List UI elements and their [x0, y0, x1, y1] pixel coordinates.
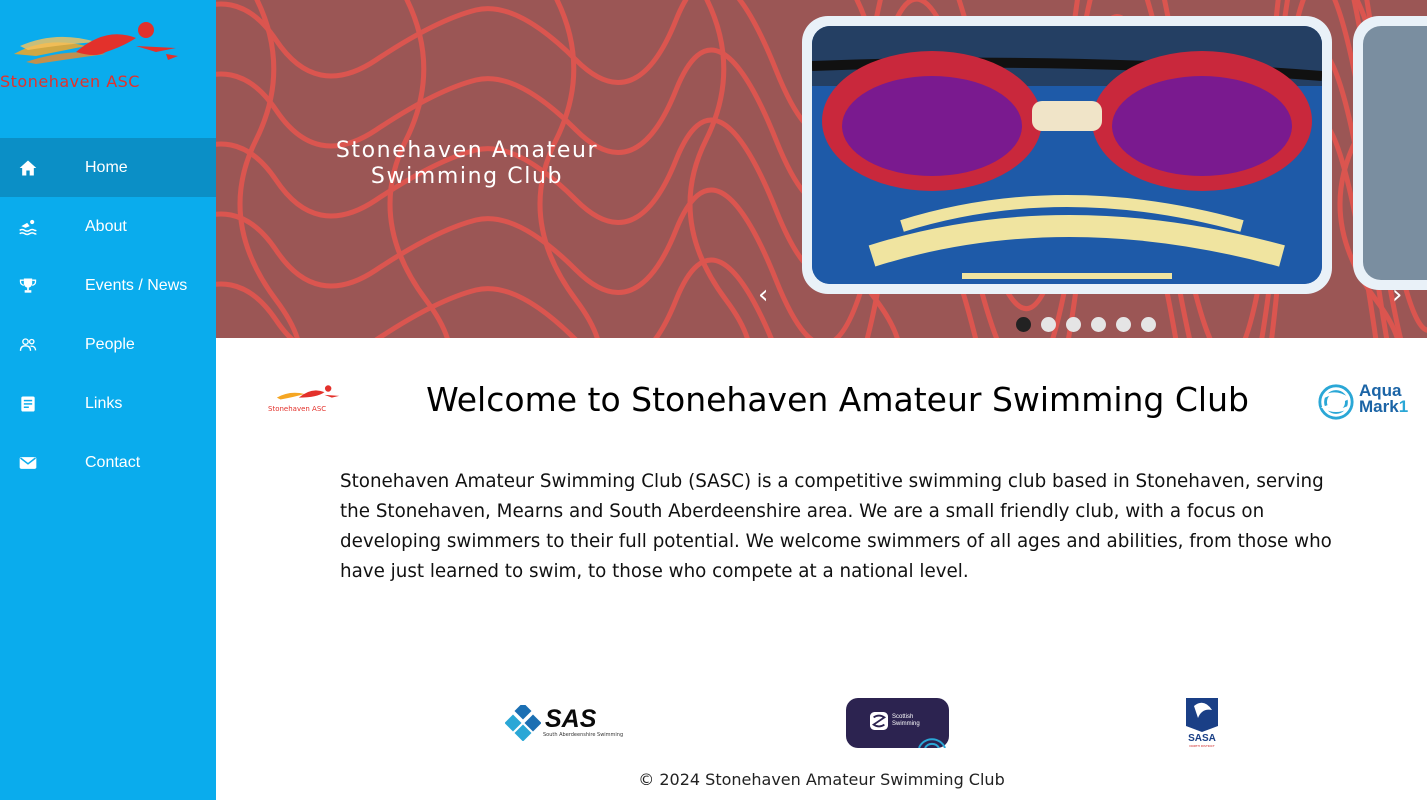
document-icon	[0, 394, 56, 414]
sidebar-item-label: About	[85, 217, 127, 235]
aquamark-line2: Mark	[1359, 397, 1399, 416]
sasa-text: SASA	[1188, 733, 1216, 744]
carousel-dot[interactable]	[1041, 317, 1056, 332]
carousel-prev-arrow[interactable]: ‹	[758, 282, 768, 308]
sidebar-item-label: Contact	[85, 453, 141, 471]
carousel-next-arrow[interactable]: ›	[1392, 282, 1402, 308]
hero-title: Stonehaven Amateur Swimming Club	[302, 138, 632, 190]
goggles-photo	[812, 26, 1322, 284]
trophy-icon	[0, 276, 56, 296]
hero-title-line1: Stonehaven Amateur	[335, 138, 599, 163]
intro-paragraph: Stonehaven Amateur Swimming Club (SASC) …	[340, 471, 1332, 582]
brand-text: Stonehaven ASC	[0, 72, 140, 91]
sidebar-item-events-news[interactable]: Events / News	[0, 256, 216, 315]
aquamark-text: Aqua Mark1	[1359, 382, 1409, 416]
people-icon	[0, 335, 56, 355]
sas-diamond-icon	[505, 705, 541, 741]
small-logo-text: Stonehaven ASC	[268, 405, 327, 413]
carousel-dot[interactable]	[1091, 317, 1106, 332]
carousel-dot[interactable]	[1066, 317, 1081, 332]
swimmer-logo-icon	[276, 385, 340, 400]
sasa-subtext: NORTH DISTRICT	[1189, 744, 1215, 748]
hero-banner: Stonehaven Amateur Swimming Club ‹ ›	[216, 0, 1427, 338]
hero-title-line2: Swimming Club	[370, 164, 564, 189]
swimmer-logo-icon	[14, 22, 178, 64]
sidebar-nav: Home About Events / News People Links Co…	[0, 138, 216, 492]
scottish-swimming-text: Scottish Swimming	[892, 714, 932, 728]
next-slide-photo	[1363, 26, 1427, 280]
sidebar-item-label: Links	[85, 394, 123, 412]
wave-decoration-icon	[918, 738, 946, 748]
sidebar-item-people[interactable]: People	[0, 315, 216, 374]
sidebar-item-about[interactable]: About	[0, 197, 216, 256]
carousel-dot[interactable]	[1116, 317, 1131, 332]
sasa-logo[interactable]: SASA NORTH DISTRICT	[1184, 696, 1220, 748]
carousel-next-slide-preview[interactable]	[1353, 16, 1427, 290]
sidebar-item-label: Home	[85, 158, 128, 176]
mail-icon	[0, 453, 56, 473]
brand-logo[interactable]: Stonehaven ASC	[0, 8, 216, 98]
carousel-slide[interactable]	[802, 16, 1332, 294]
welcome-heading: Welcome to Stonehaven Amateur Swimming C…	[426, 380, 1249, 419]
scottish-swimming-icon	[870, 712, 888, 730]
sasa-shield-icon	[1186, 698, 1218, 732]
aquamark-swirl-icon	[1318, 384, 1354, 420]
sidebar-item-contact[interactable]: Contact	[0, 433, 216, 492]
carousel-dot[interactable]	[1016, 317, 1031, 332]
swimmer-icon	[0, 217, 56, 237]
home-icon	[0, 158, 56, 178]
scottish-line1: Scottish	[892, 714, 914, 720]
scottish-swimming-logo[interactable]: Scottish Swimming	[846, 698, 949, 748]
sidebar-item-home[interactable]: Home	[0, 138, 216, 197]
sidebar-item-label: People	[85, 335, 135, 353]
sas-text: SAS	[545, 705, 597, 733]
carousel-dots	[1016, 317, 1156, 332]
club-logo-small: Stonehaven ASC	[268, 383, 348, 415]
sas-subtext: South Aberdeenshire Swimming	[543, 732, 624, 738]
aquamark-logo: Aqua Mark1	[1317, 382, 1427, 423]
aquamark-number: 1	[1398, 397, 1409, 416]
footer-copyright: © 2024 Stonehaven Amateur Swimming Club	[638, 770, 1005, 789]
carousel-dot[interactable]	[1141, 317, 1156, 332]
sidebar-item-label: Events / News	[85, 276, 188, 294]
scottish-line2: Swimming	[892, 721, 920, 727]
sidebar-item-links[interactable]: Links	[0, 374, 216, 433]
sidebar: Stonehaven ASC Home About Events / News …	[0, 0, 216, 800]
sas-logo[interactable]: SAS South Aberdeenshire Swimming	[505, 705, 623, 745]
